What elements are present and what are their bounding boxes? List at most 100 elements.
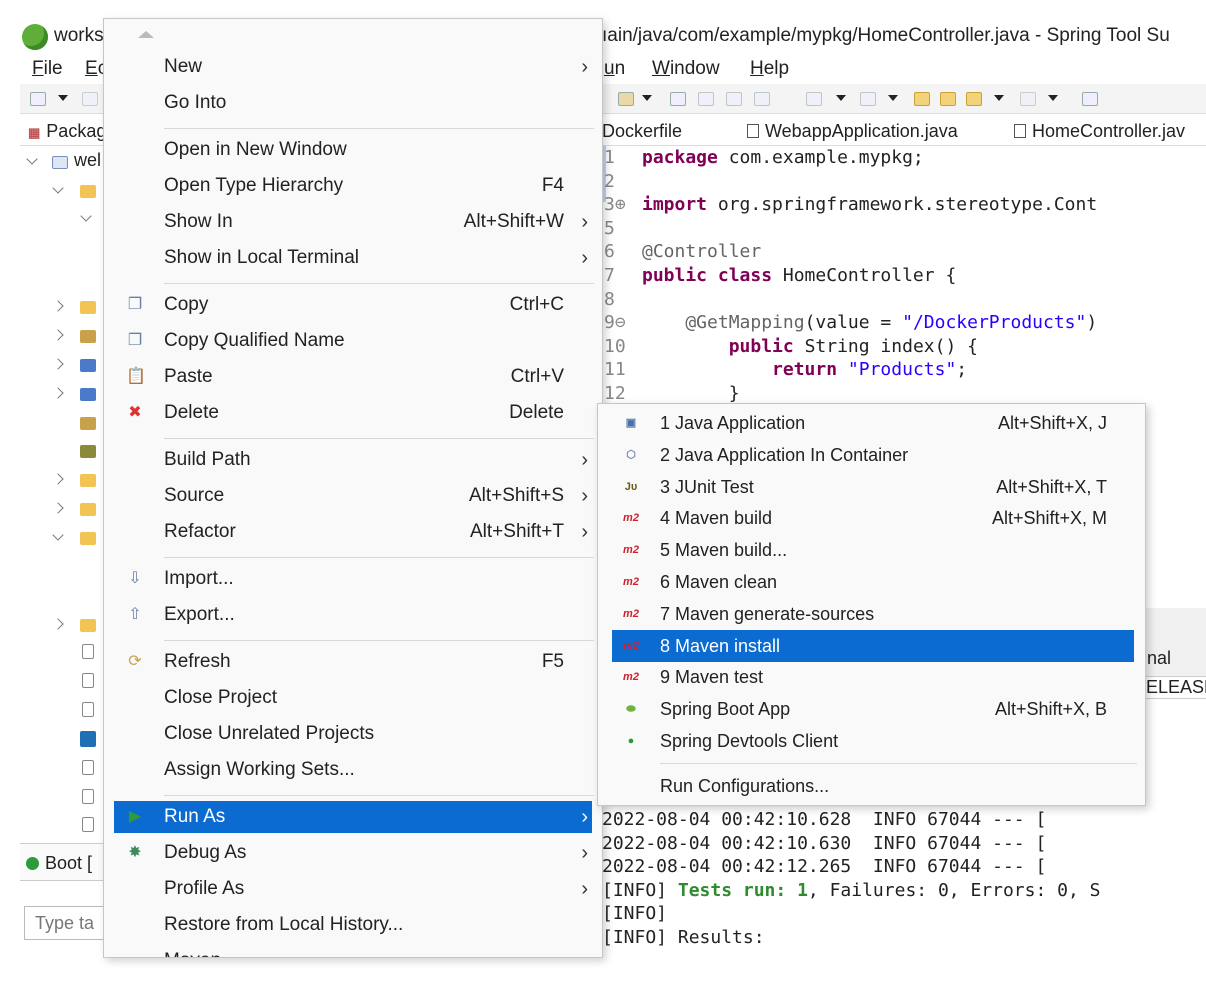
menu-item-label: Open in New Window: [164, 139, 347, 160]
menu-item-label: Paste: [164, 366, 213, 387]
menu-item-run-as[interactable]: ▶ Run As ›: [114, 801, 592, 833]
search-icon[interactable]: [698, 92, 714, 106]
block-icon[interactable]: [754, 92, 770, 106]
chevron-right-icon[interactable]: [52, 387, 64, 399]
tab-webapp-application[interactable]: WebappApplication.java: [747, 116, 958, 146]
tab-dockerfile[interactable]: Dockerfile: [602, 116, 682, 146]
boot-dashboard-tab[interactable]: Boot [: [20, 843, 105, 881]
console-token: 2022-08-04 00:42:10.630 INFO 67044 --- [: [602, 832, 1047, 854]
submenu-item-2-java-application-in-container[interactable]: ⬡ 2 Java Application In Container: [598, 439, 1145, 471]
forward-edit-icon[interactable]: [940, 92, 956, 106]
menu-item-copy-qualified-name[interactable]: ❐ Copy Qualified Name: [104, 325, 602, 357]
menu-run[interactable]: un: [604, 55, 625, 83]
code-token: (value =: [804, 312, 903, 333]
chevron-down-icon[interactable]: [52, 182, 64, 194]
dropdown-arrow-icon[interactable]: [994, 95, 1004, 101]
menu-item-open-type-hierarchy[interactable]: Open Type Hierarchy F4: [104, 170, 602, 202]
launch-icon[interactable]: [618, 92, 634, 106]
dropdown-arrow-icon[interactable]: [888, 95, 898, 101]
pin-icon[interactable]: [670, 92, 686, 106]
new-icon[interactable]: [30, 92, 46, 106]
library-icon: [80, 445, 96, 458]
save-icon[interactable]: [82, 92, 98, 106]
chevron-right-icon: ›: [581, 842, 588, 864]
submenu-item-run-configurations[interactable]: Run Configurations...: [598, 770, 1145, 802]
menu-item-import[interactable]: ⇩ Import...: [104, 563, 602, 595]
open-perspective-icon[interactable]: [1082, 92, 1098, 106]
menu-item-refactor[interactable]: Refactor Alt+Shift+T ›: [104, 516, 602, 548]
console-tab-label: nal: [1147, 648, 1172, 668]
library-icon: [80, 330, 96, 343]
scroll-up-icon[interactable]: [138, 31, 154, 38]
chevron-right-icon[interactable]: [52, 300, 64, 312]
menu-help[interactable]: Help: [750, 55, 789, 83]
package-explorer-tab[interactable]: ▦ Packag: [20, 116, 106, 146]
menu-item-refresh[interactable]: ⟳ Refresh F5: [104, 646, 602, 678]
chevron-right-icon[interactable]: [52, 502, 64, 514]
console-launch-label: ELEASE: [1143, 676, 1206, 699]
submenu-item-shortcut: Alt+Shift+X, B: [994, 699, 1107, 720]
submenu-item-6-maven-clean[interactable]: m2 6 Maven clean: [598, 566, 1145, 598]
submenu-item-spring-devtools-client[interactable]: ● Spring Devtools Client: [598, 725, 1145, 757]
menu-item-label: Export...: [164, 604, 235, 625]
maven-icon: m2: [623, 576, 639, 588]
source-folder-icon: [80, 185, 96, 198]
menu-item-label: Assign Working Sets...: [164, 759, 355, 780]
filter-input[interactable]: Type ta: [24, 906, 109, 940]
menu-item-label: Go Into: [164, 92, 227, 113]
back-icon[interactable]: [966, 92, 982, 106]
code-editor[interactable]: 1 package com.example.mypkg; 2 3⊕ import org…: [602, 146, 1206, 416]
submenu-item-9-maven-test[interactable]: m2 9 Maven test: [598, 661, 1145, 693]
dropdown-arrow-icon[interactable]: [1048, 95, 1058, 101]
annotation-icon[interactable]: [806, 92, 822, 106]
menu-item-debug-as[interactable]: ✸ Debug As ›: [104, 837, 602, 869]
menu-item-copy[interactable]: ❐ Copy Ctrl+C: [104, 289, 602, 321]
chevron-down-icon[interactable]: [26, 153, 38, 165]
code-token: return: [772, 359, 838, 380]
menu-item-profile-as[interactable]: Profile As ›: [104, 873, 602, 905]
code-token: package: [642, 147, 718, 168]
menu-item-paste[interactable]: 📋 Paste Ctrl+V: [104, 361, 602, 393]
menu-item-go-into[interactable]: Go Into: [104, 87, 602, 119]
submenu-item-7-maven-generate-sources[interactable]: m2 7 Maven generate-sources: [598, 598, 1145, 630]
submenu-item-spring-boot-app[interactable]: ⬬ Spring Boot App Alt+Shift+X, B: [598, 693, 1145, 725]
tab-home-controller[interactable]: HomeController.jav: [1014, 116, 1185, 146]
chevron-down-icon[interactable]: [80, 210, 92, 222]
menu-item-new[interactable]: New ›: [104, 51, 602, 83]
dropdown-arrow-icon[interactable]: [58, 95, 68, 101]
menu-item-show-in-local-terminal[interactable]: Show in Local Terminal ›: [104, 242, 602, 274]
code-line: 8: [602, 288, 642, 312]
menu-window[interactable]: Window: [652, 55, 720, 83]
chevron-right-icon[interactable]: [52, 329, 64, 341]
menu-item-restore-from-local-history[interactable]: Restore from Local History...: [104, 909, 602, 941]
menu-item-delete[interactable]: ✖ Delete Delete: [104, 397, 602, 429]
mark-icon[interactable]: [726, 92, 742, 106]
menu-item-show-in[interactable]: Show In Alt+Shift+W ›: [104, 206, 602, 238]
submenu-item-4-maven-build[interactable]: m2 4 Maven build Alt+Shift+X, M: [598, 502, 1145, 534]
forward-icon[interactable]: [1020, 92, 1036, 106]
menu-file[interactable]: File: [32, 55, 63, 83]
submenu-item-8-maven-install[interactable]: m2 8 Maven install: [612, 629, 1134, 662]
submenu-item-3-junit-test[interactable]: Jυ 3 JUnit Test Alt+Shift+X, T: [598, 471, 1145, 503]
menu-item-source[interactable]: Source Alt+Shift+S ›: [104, 480, 602, 512]
dropdown-arrow-icon[interactable]: [642, 95, 652, 101]
chevron-right-icon[interactable]: [52, 358, 64, 370]
dropdown-arrow-icon[interactable]: [836, 95, 846, 101]
menu-item-close-unrelated-projects[interactable]: Close Unrelated Projects: [104, 718, 602, 750]
maven-icon: m2: [623, 639, 639, 652]
chevron-down-icon[interactable]: [52, 529, 64, 541]
next-annotation-icon[interactable]: [860, 92, 876, 106]
chevron-right-icon: ›: [581, 806, 588, 828]
menu-item-assign-working-sets[interactable]: Assign Working Sets...: [104, 754, 602, 786]
submenu-item-1-java-application[interactable]: ▣ 1 Java Application Alt+Shift+X, J: [598, 407, 1145, 439]
menu-item-close-project[interactable]: Close Project: [104, 682, 602, 714]
chevron-right-icon[interactable]: [52, 473, 64, 485]
submenu-item-5-maven-build[interactable]: m2 5 Maven build...: [598, 534, 1145, 566]
container-icon: ⬡: [626, 448, 636, 461]
menu-item-build-path[interactable]: Build Path ›: [104, 444, 602, 476]
menu-item-export[interactable]: ⇧ Export...: [104, 599, 602, 631]
menu-item-open-in-new-window[interactable]: Open in New Window: [104, 134, 602, 166]
chevron-right-icon[interactable]: [52, 618, 64, 630]
last-edit-icon[interactable]: [914, 92, 930, 106]
menu-item-maven[interactable]: Maven ›: [104, 945, 602, 957]
